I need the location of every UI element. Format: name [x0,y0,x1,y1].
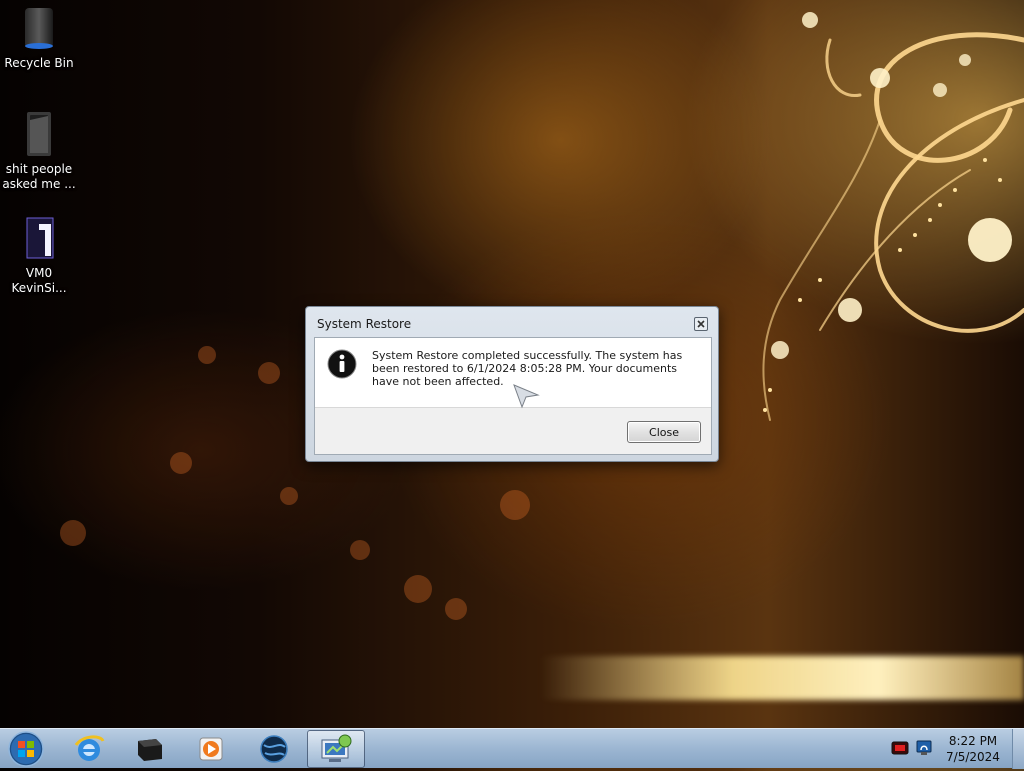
tray-media-icon[interactable] [891,740,909,756]
desktop-icon-label: VM0 KevinSi... [11,266,67,295]
clock-time: 8:22 PM [948,734,998,748]
close-button[interactable]: Close [627,421,701,443]
wallpaper-bokeh [198,346,216,364]
dialog-close-x-button[interactable] [694,317,708,331]
wallpaper-bokeh [350,540,370,560]
wallpaper-light-streak [540,656,1024,700]
wallpaper-bokeh [170,452,192,474]
desktop-icon-label: Recycle Bin [4,56,74,70]
wallpaper-bokeh [445,598,467,620]
taskbar-system-restore[interactable] [307,730,365,768]
file-shortcut-icon [26,217,54,259]
wallpaper-bokeh [500,490,530,520]
info-icon [327,349,357,379]
clock-date: 7/5/2024 [946,750,1000,764]
media-player-icon [199,737,223,761]
start-button[interactable] [4,730,48,768]
taskbar-device[interactable] [121,730,179,768]
taskbar-internet-explorer[interactable] [60,730,118,768]
show-desktop-button[interactable] [1012,729,1024,769]
close-icon [697,320,705,328]
internet-explorer-icon [74,735,105,761]
folder-icon [27,112,51,156]
mouse-cursor-icon [513,384,540,409]
taskbar-browser[interactable] [245,730,303,768]
system-restore-icon [321,734,352,762]
device-manager-icon [138,739,162,761]
tray-network-icon[interactable] [915,740,933,756]
windows-logo-icon [8,731,44,767]
desktop-icon-folder[interactable]: shit people asked me ... [1,110,77,192]
wallpaper-bokeh [404,575,432,603]
dialog-title: System Restore [317,317,412,331]
recycle-bin-icon [25,8,53,49]
browser-globe-icon [260,735,288,763]
wallpaper-bokeh [60,520,86,546]
taskbar: 8:22 PM 7/5/2024 [0,728,1024,769]
wallpaper-bokeh [280,487,298,505]
desktop-icon-label: shit people asked me ... [2,162,76,191]
desktop-icon-vm-file[interactable]: VM0 KevinSi... [1,214,77,296]
taskbar-clock[interactable]: 8:22 PM 7/5/2024 [940,733,1006,765]
desktop-icon-recycle-bin[interactable]: Recycle Bin [1,6,77,71]
taskbar-media-player[interactable] [182,730,240,768]
wallpaper-bokeh [258,362,280,384]
